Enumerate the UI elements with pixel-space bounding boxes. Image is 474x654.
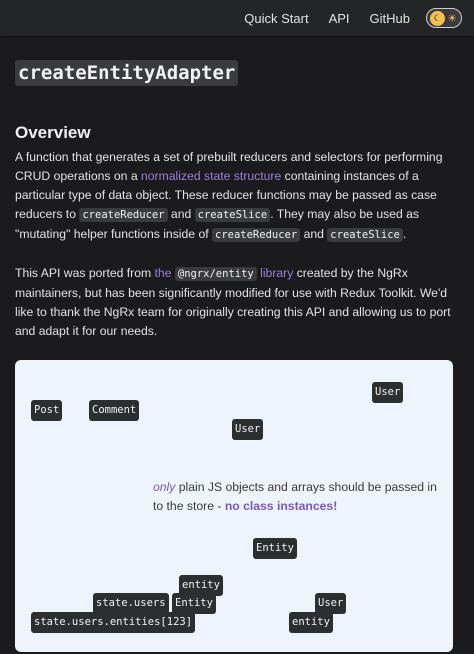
overview-paragraph-2: This API was ported from the @ngrx/entit… <box>15 264 459 341</box>
nav-github[interactable]: GitHub <box>370 11 410 26</box>
code-user: User <box>372 382 404 403</box>
text: . <box>402 227 407 241</box>
code-createSlice: createSlice <box>194 208 271 222</box>
code-createReducer: createReducer <box>79 208 168 222</box>
code-createReducer: createReducer <box>212 228 301 242</box>
note-paragraph-1: User Post Comment User <box>31 368 439 461</box>
link-text: library <box>256 266 294 280</box>
code-entity: entity <box>289 612 333 633</box>
code-ngrx-entity: @ngrx/entity <box>174 267 257 281</box>
code-state-users-entities: state.users.entities[123] <box>31 612 196 633</box>
nav-api[interactable]: API <box>329 11 350 26</box>
note-paragraph-2: only plain JS objects and arrays should … <box>31 478 439 515</box>
text: and <box>300 227 328 241</box>
theme-toggle[interactable]: ☾ ☀ <box>426 8 462 28</box>
note-admonition: User Post Comment User only plain JS obj… <box>15 360 453 652</box>
code-entity: Entity <box>253 538 297 559</box>
moon-icon: ☾ <box>430 11 445 26</box>
text: This API was ported from <box>15 266 155 280</box>
strong-no-class-instances: no class instances! <box>224 498 338 513</box>
navbar: Quick Start API GitHub ☾ ☀ <box>0 0 474 36</box>
code-comment: Comment <box>89 400 140 421</box>
note-paragraph-3: Entity entity state.users Entity User st… <box>31 532 439 633</box>
overview-paragraph-1: A function that generates a set of prebu… <box>15 148 459 245</box>
code-post: Post <box>31 400 63 421</box>
overview-heading: Overview <box>15 123 91 142</box>
link-text: the <box>154 266 175 280</box>
ngrx-entity-link[interactable]: the @ngrx/entity library <box>154 266 294 281</box>
code-createSlice: createSlice <box>327 228 403 242</box>
sun-icon: ☀ <box>447 13 457 25</box>
nav-quick-start[interactable]: Quick Start <box>244 11 308 26</box>
code-state-users: state.users <box>93 593 169 614</box>
text: and <box>167 207 195 221</box>
page-title: createEntityAdapter <box>15 60 239 86</box>
code-user: User <box>232 419 264 440</box>
code-user: User <box>315 593 347 614</box>
emphasis-only: only <box>153 480 176 494</box>
code-entity: Entity <box>172 593 216 614</box>
main-content: createEntityAdapter Overview A function … <box>0 36 474 652</box>
normalized-state-link[interactable]: normalized state structure <box>141 169 281 183</box>
